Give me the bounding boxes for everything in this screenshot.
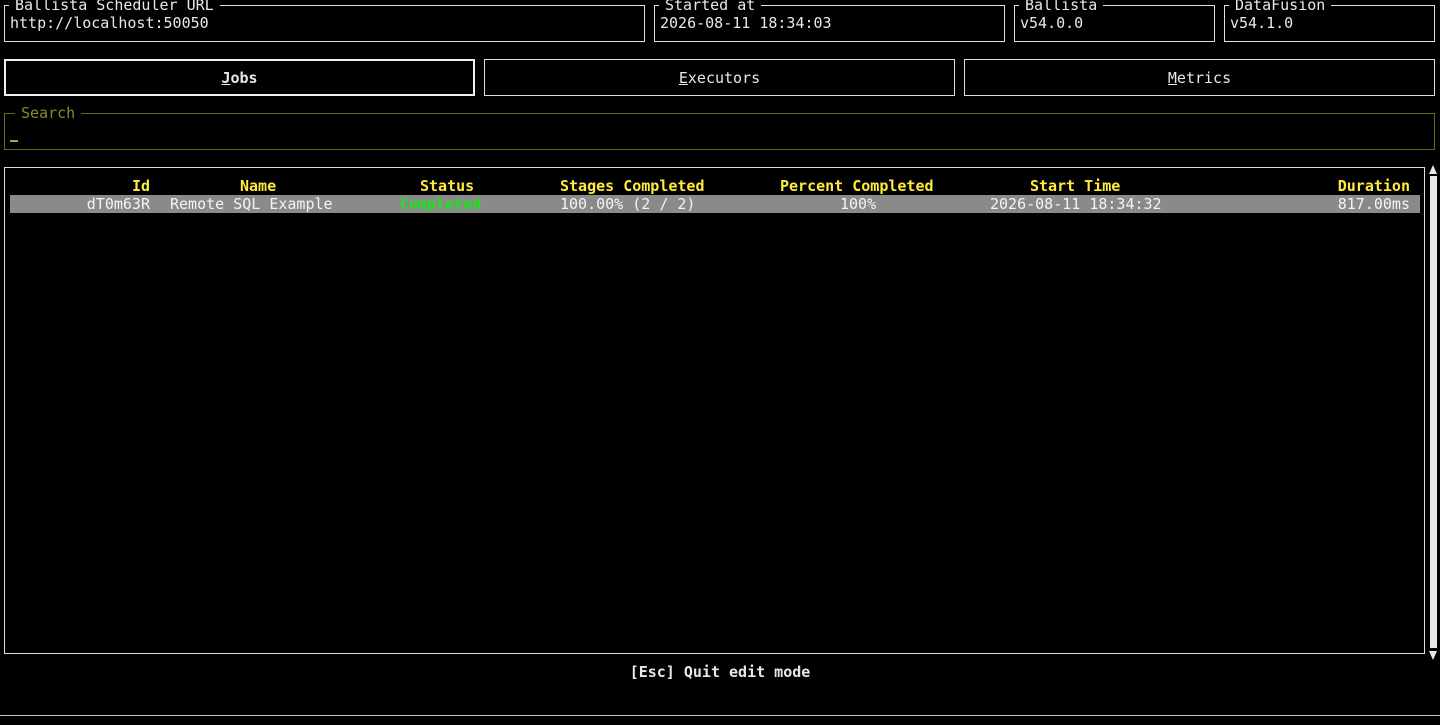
column-header-duration[interactable]: Duration <box>1310 177 1410 195</box>
datafusion-version-panel: DataFusion v54.1.0 <box>1224 0 1435 42</box>
job-id-cell: dT0m63R <box>86 195 150 213</box>
scheduler-url-panel: Ballista Scheduler URL http://localhost:… <box>4 0 645 42</box>
started-at-title: Started at <box>659 0 762 14</box>
scheduler-url-title: Ballista Scheduler URL <box>9 0 220 14</box>
ballista-version-title: Ballista <box>1019 0 1104 14</box>
tab-jobs-label: obs <box>230 68 258 87</box>
job-start-time-cell: 2026-08-11 18:34:32 <box>990 195 1162 213</box>
jobs-table <box>4 167 1425 654</box>
column-header-stages-completed[interactable]: Stages Completed <box>560 177 705 195</box>
column-header-id[interactable]: Id <box>100 177 150 195</box>
table-scrollbar[interactable] <box>1429 165 1438 660</box>
job-stages-cell: 100.00% (2 / 2) <box>560 195 696 213</box>
started-at-value: 2026-08-11 18:34:03 <box>660 14 832 32</box>
job-name-cell: Remote SQL Example <box>170 195 333 213</box>
scroll-up-arrow-icon[interactable] <box>1429 165 1437 174</box>
column-header-name[interactable]: Name <box>240 177 276 195</box>
column-header-percent-completed[interactable]: Percent Completed <box>780 177 934 195</box>
tab-metrics[interactable]: Metrics <box>964 59 1435 96</box>
scrollbar-thumb[interactable] <box>1430 176 1437 648</box>
tab-metrics-label: etrics <box>1176 68 1232 87</box>
column-header-status[interactable]: Status <box>420 177 474 195</box>
tab-jobs[interactable]: Jobs <box>4 59 475 96</box>
tab-executors[interactable]: Executors <box>484 59 955 96</box>
search-input[interactable] <box>11 128 1411 146</box>
search-title: Search <box>15 104 82 122</box>
job-duration-cell: 817.00ms <box>1337 195 1410 213</box>
ballista-version-panel: Ballista v54.0.0 <box>1014 0 1215 42</box>
text-cursor <box>10 140 18 142</box>
datafusion-version-value: v54.1.0 <box>1230 14 1294 32</box>
datafusion-version-title: DataFusion <box>1229 0 1332 14</box>
tab-jobs-hotkey: J <box>221 68 231 87</box>
search-panel: Search <box>4 104 1435 150</box>
ballista-version-value: v54.0.0 <box>1020 14 1084 32</box>
tab-metrics-hotkey: M <box>1167 68 1177 87</box>
tab-executors-hotkey: E <box>678 68 688 87</box>
bottom-border <box>0 715 1440 716</box>
started-at-panel: Started at 2026-08-11 18:34:03 <box>654 0 1005 42</box>
tab-executors-label: xecutors <box>687 68 761 87</box>
job-status-cell: Completed <box>400 195 482 213</box>
scroll-down-arrow-icon[interactable] <box>1429 651 1437 660</box>
keyboard-hint: [Esc] Quit edit mode <box>629 663 811 681</box>
job-percent-cell: 100% <box>840 195 877 213</box>
column-header-start-time[interactable]: Start Time <box>1030 177 1120 195</box>
scheduler-url-value: http://localhost:50050 <box>10 14 209 32</box>
